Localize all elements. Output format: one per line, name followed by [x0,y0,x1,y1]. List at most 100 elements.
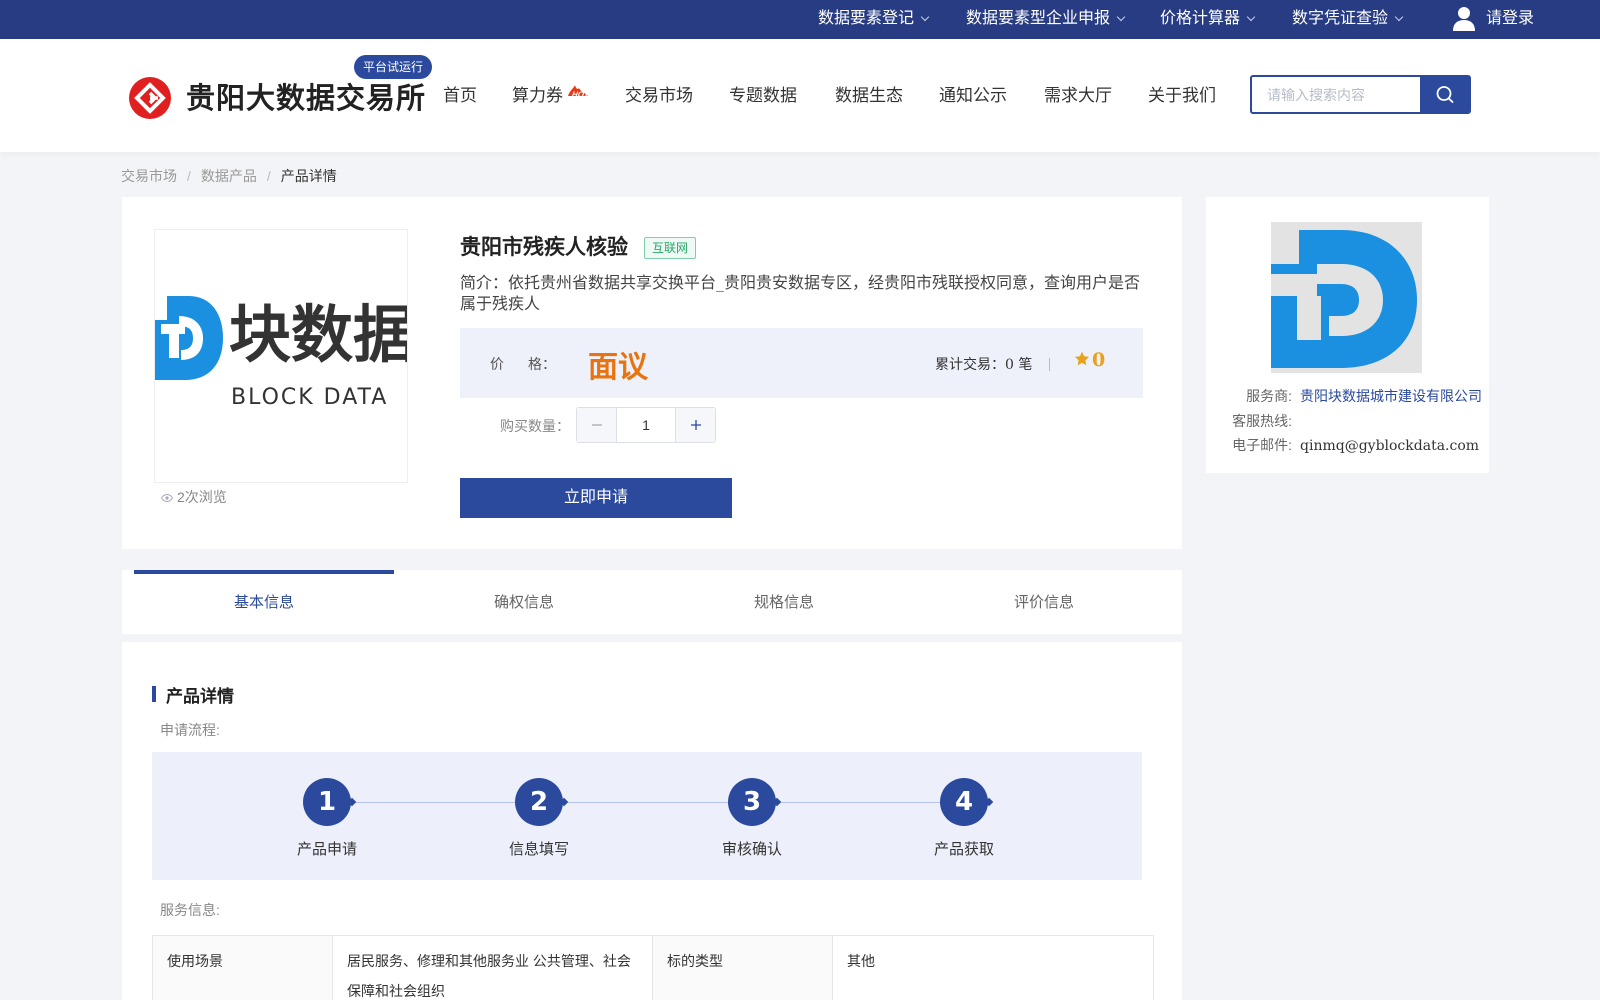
breadcrumb-current: 产品详情 [280,168,337,184]
price-label-part1: 价 [490,356,504,372]
vendor-email-value: qinmq@gyblockdata.com [1300,438,1480,454]
price-value: 面议 [588,350,648,385]
rating: 0 [1074,349,1105,371]
vendor-card: 服务商: 贵阳块数据城市建设有限公司 客服热线: 电子邮件: qinmq@gyblo… [1206,197,1489,473]
topbar-menu-certificate-check[interactable]: 数字凭证查验 [1292,0,1404,39]
chevron-down-icon [1394,12,1404,22]
topbar-menu-data-registration[interactable]: 数据要素登记 [818,0,930,39]
login-label: 请登录 [1486,10,1535,27]
apply-now-button[interactable]: 立即申请 [460,478,732,518]
product-description: 简介：依托贵州省数据共享交换平台_贵阳贵安数据专区，经贵阳市残联授权同意，查询用… [460,273,1141,313]
price-panel: 价 格： 面议 累计交易：0 笔 0 [460,328,1143,398]
steps-connector-line [327,802,967,803]
quantity-decrease-button[interactable] [577,408,617,442]
quantity-stepper: 1 [576,407,716,443]
price-label: 价 格： [490,354,556,374]
plus-icon [690,420,701,430]
nav-item-notices[interactable]: 通知公示 [939,81,1007,106]
quantity-input[interactable]: 1 [617,408,675,442]
search-button[interactable] [1420,77,1469,112]
block-data-logo-icon: 块数据 BLOCK DATA [155,230,408,482]
topbar-menu-label: 数据要素型企业申报 [966,10,1111,27]
table-cell-key: 使用场景 [152,935,333,1000]
detail-tabs: 基本信息 确权信息 规格信息 评价信息 [122,570,1182,634]
site-logo-text[interactable]: 贵阳大数据交易所 [186,75,426,117]
chevron-down-icon [1246,12,1256,22]
table-cell-value: 居民服务、修理和其他服务业 公共管理、社会保障和社会组织 [332,935,653,1000]
category-tag: 互联网 [644,237,697,259]
top-utility-bar: 数据要素登记 数据要素型企业申报 价格计算器 数字凭证查验 请登录 [0,0,1600,39]
vendor-provider-label: 服务商: [1246,388,1292,404]
breadcrumb-data-products[interactable]: 数据产品 [201,168,257,184]
nav-item-compute-voucher[interactable]: 算力券 [512,81,563,106]
main-header: 贵阳大数据交易所 平台试运行 首页 算力券 HOT 交易市场 专题数据 数据生态… [0,39,1600,152]
nav-item-data-ecosystem[interactable]: 数据生态 [835,81,903,106]
step-number: 3 [728,778,776,826]
vendor-logo [1271,222,1422,373]
table-cell-key: 标的类型 [652,935,833,1000]
section-title: 产品详情 [152,682,234,707]
product-details-section: 产品详情 申请流程: 1 产品申请 2 信息填写 3 审核确认 4 产品获取 服… [122,642,1182,1000]
vendor-provider-row: 服务商: 贵阳块数据城市建设有限公司 [1222,386,1482,406]
rating-value: 0 [1092,349,1106,371]
eye-icon [161,494,173,503]
nav-item-topic-data[interactable]: 专题数据 [729,81,797,106]
minus-icon [591,424,602,426]
quantity-label: 购买数量： [500,418,570,434]
search-icon [1436,85,1453,103]
step-label: 产品获取 [933,841,994,858]
tab-spec-info[interactable]: 规格信息 [654,570,914,634]
table-row: 使用场景 居民服务、修理和其他服务业 公共管理、社会保障和社会组织 标的类型 其… [152,935,1154,1000]
step-item: 2 信息填写 [479,778,599,859]
tab-review-info[interactable]: 评价信息 [914,570,1174,634]
breadcrumb-separator: / [187,168,191,184]
vendor-hotline-row: 客服热线: [1222,411,1300,431]
nav-item-trading-market[interactable]: 交易市场 [625,81,693,106]
topbar-menu-price-calculator[interactable]: 价格计算器 [1160,0,1256,39]
quantity-increase-button[interactable] [675,408,715,442]
search-box [1250,75,1471,114]
tab-basic-info[interactable]: 基本信息 [134,570,394,634]
step-number: 4 [940,778,988,826]
product-card: 块数据 BLOCK DATA 2次浏览 贵阳市残疾人核验 互联网 简介：依托贵州… [122,197,1182,549]
price-label-part2: 格： [528,356,556,372]
product-title: 贵阳市残疾人核验 [460,234,628,259]
vendor-provider-link[interactable]: 贵阳块数据城市建设有限公司 [1300,388,1482,404]
view-count-label: 2次浏览 [177,489,227,505]
nav-item-demand-hall[interactable]: 需求大厅 [1044,81,1112,106]
chevron-down-icon [920,12,930,22]
breadcrumb: 交易市场 / 数据产品 / 产品详情 [121,166,337,186]
service-info-label: 服务信息: [160,902,220,918]
step-item: 1 产品申请 [267,778,387,859]
topbar-menu-enterprise-report[interactable]: 数据要素型企业申报 [966,0,1126,39]
topbar-menu-label: 价格计算器 [1160,10,1241,27]
block-data-logo-text: 块数据 [229,298,408,371]
star-icon [1075,351,1089,366]
breadcrumb-trading-market[interactable]: 交易市场 [121,168,177,184]
divider [1049,358,1050,371]
nav-item-about-us[interactable]: 关于我们 [1148,81,1216,106]
step-label: 产品申请 [296,841,357,858]
step-item: 3 审核确认 [692,778,812,859]
login-link[interactable]: 请登录 [1452,0,1534,39]
step-number: 1 [303,778,351,826]
process-label: 申请流程: [160,722,220,738]
vendor-email-row: 电子邮件: qinmq@gyblockdata.com [1222,435,1479,455]
step-number: 2 [515,778,563,826]
view-count: 2次浏览 [161,487,227,507]
trade-count: 累计交易：0 笔 [935,357,1033,373]
user-icon [1453,7,1475,31]
block-data-logo-subtext: BLOCK DATA [231,385,388,410]
topbar-menu-label: 数据要素登记 [818,10,915,27]
trial-badge: 平台试运行 [354,55,433,79]
nav-item-home[interactable]: 首页 [443,81,477,106]
tab-rights-info[interactable]: 确权信息 [394,570,654,634]
product-image: 块数据 BLOCK DATA [154,229,408,483]
block-data-mark-icon [1271,222,1422,373]
table-cell-value: 其他 [832,935,1154,1000]
service-info-table: 使用场景 居民服务、修理和其他服务业 公共管理、社会保障和社会组织 标的类型 其… [152,935,1154,1000]
step-label: 审核确认 [721,841,782,858]
search-input[interactable] [1252,77,1422,112]
exchange-logo-icon[interactable] [128,76,172,120]
topbar-menu-label: 数字凭证查验 [1292,10,1389,27]
